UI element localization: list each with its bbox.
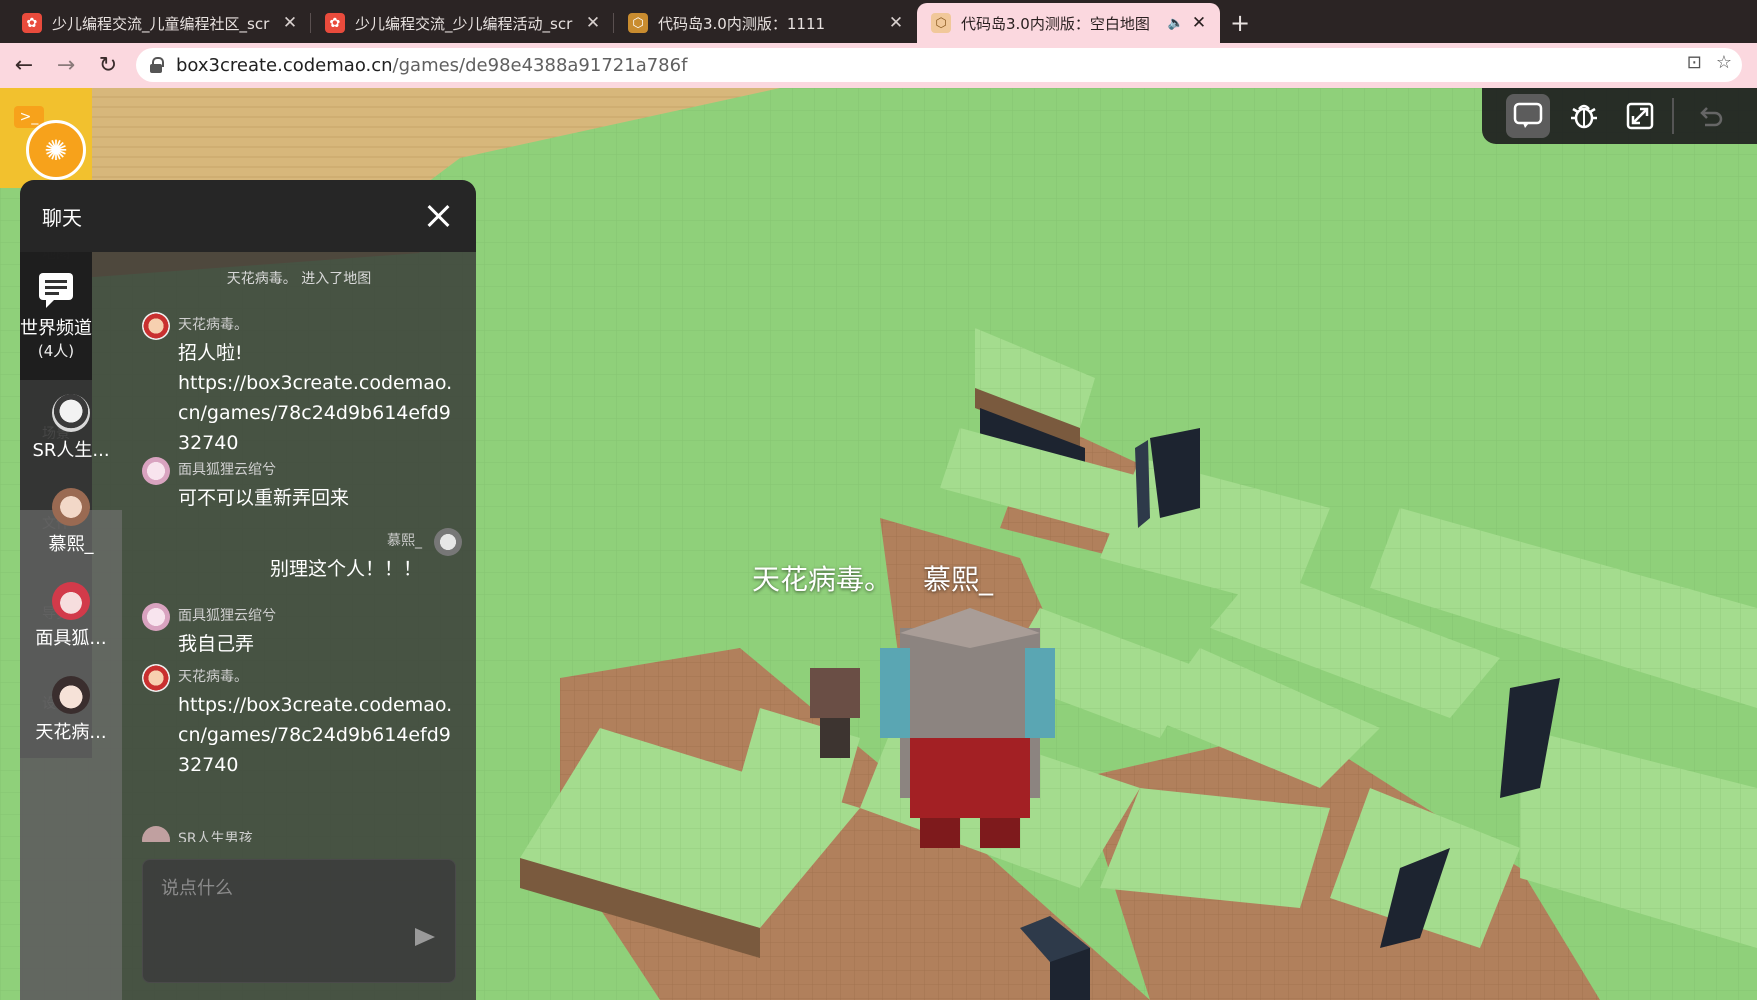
chat-panel: 聊天 世界频道 (4人) SR人生... 慕熙_ 面具狐... 天花病... 天… (20, 180, 476, 1000)
tab-title: 代码岛3.0内测版：1111 (658, 14, 826, 33)
new-tab-button[interactable]: + (1220, 3, 1260, 43)
chat-message: 面具狐狸云绾兮 我自己弄 (142, 603, 462, 663)
chat-message-self: 慕熙_ 别理这个人！！！ (142, 528, 462, 588)
browser-tab-4[interactable]: ⬡ 代码岛3.0内测版：空白地图 🔈 ✕ (917, 3, 1220, 43)
user-avatar (142, 457, 170, 485)
speaker-icon[interactable]: 🔈 (1168, 16, 1184, 31)
chat-toggle-button[interactable] (1506, 94, 1550, 138)
box3-favicon: ⬡ (628, 13, 648, 33)
user-avatar (142, 312, 170, 340)
close-icon[interactable]: ✕ (887, 13, 905, 33)
tab-title: 少儿编程交流_儿童编程社区_scr (52, 14, 270, 33)
box3-favicon: ⬡ (931, 13, 951, 33)
close-icon[interactable]: ✕ (584, 13, 602, 33)
channel-label: SR人生... (32, 440, 110, 461)
channel-member-count: (4人) (37, 342, 75, 360)
send-icon[interactable] (415, 928, 435, 946)
debug-button[interactable] (1562, 94, 1606, 138)
message-sender: SR人生男孩 (178, 831, 253, 842)
channel-label: 面具狐... (35, 628, 107, 649)
reload-button[interactable]: ↻ (90, 48, 126, 84)
game-toolbar (1482, 88, 1757, 144)
message-icon (39, 273, 73, 308)
box3-logo-icon[interactable]: ✺ (26, 120, 86, 180)
undo-icon (1700, 107, 1723, 127)
user-avatar (434, 528, 462, 556)
chat-title: 聊天 (42, 205, 82, 230)
fullscreen-button[interactable] (1618, 94, 1662, 138)
user-avatar (142, 826, 170, 842)
user-avatar (52, 582, 90, 620)
user-avatar (52, 676, 90, 714)
chat-message: SR人生男孩 (142, 826, 462, 842)
close-icon[interactable]: ✕ (1190, 13, 1208, 33)
codemao-favicon: ✿ (22, 13, 42, 33)
close-icon[interactable]: ✕ (281, 13, 299, 33)
channel-user[interactable]: SR人生... (20, 394, 122, 462)
player-name-tag: 慕熙_ (923, 563, 994, 596)
tab-title: 代码岛3.0内测版：空白地图 (961, 14, 1150, 33)
chat-channel-list: 世界频道 (4人) SR人生... 慕熙_ 面具狐... 天花病... (20, 252, 122, 1000)
channel-world[interactable]: 世界频道 (4人) (20, 270, 92, 361)
bookmark-star-icon[interactable]: ☆ (1716, 52, 1732, 73)
channel-label: 天花病... (35, 722, 107, 743)
channel-label: 世界频道 (20, 318, 92, 339)
bug-icon (1571, 104, 1597, 129)
message-text: 我自己弄 (178, 633, 255, 655)
channel-user[interactable]: 面具狐... (20, 582, 122, 650)
player-name-tag: 天花病毒。 (752, 563, 893, 596)
user-avatar (52, 488, 90, 526)
browser-tab-bar: ✿ 少儿编程交流_儿童编程社区_scr ✕ ✿ 少儿编程交流_少儿编程活动_sc… (0, 0, 1757, 43)
chat-message: 天花病毒。 https://box3create.codemao.cn/game… (142, 664, 462, 784)
chat-input[interactable]: 说点什么 (142, 859, 456, 983)
system-message: 天花病毒。 进入了地图 (226, 271, 372, 287)
user-avatar (52, 394, 90, 432)
user-avatar (142, 603, 170, 631)
translate-icon[interactable]: ⊡ (1687, 52, 1702, 73)
codemao-favicon: ✿ (325, 13, 345, 33)
message-sender: 面具狐狸云绾兮 (178, 608, 276, 624)
lock-icon[interactable] (150, 57, 164, 73)
toolbar-divider (1672, 98, 1674, 134)
forward-button[interactable]: → (48, 48, 84, 84)
message-sender: 天花病毒。 (178, 669, 248, 685)
chat-message-list[interactable]: 天花病毒。 进入了地图 天花病毒。 招人啦! https://box3create… (122, 252, 476, 842)
channel-user[interactable]: 慕熙_ (20, 488, 122, 556)
chat-message: 面具狐狸云绾兮 可不可以重新弄回来 (142, 457, 462, 517)
game-viewport[interactable]: 天花病毒。 慕熙_ >_ ✺ 地图 模型 场景 文件 导览 设置 聊天 (0, 88, 1757, 1000)
browser-toolbar: ← → ↻ box3create.codemao.cn/games/de98e4… (0, 43, 1757, 88)
chat-header: 聊天 (20, 180, 476, 252)
chat-input-placeholder: 说点什么 (161, 878, 233, 899)
chat-bubble-icon (1513, 102, 1543, 128)
message-text: 可不可以重新弄回来 (178, 487, 350, 509)
channel-user[interactable]: 天花病... (20, 676, 122, 744)
back-button[interactable]: ← (6, 48, 42, 84)
browser-tab-3[interactable]: ⬡ 代码岛3.0内测版：1111 ✕ (614, 3, 917, 43)
close-chat-button[interactable] (420, 198, 456, 234)
address-bar[interactable]: box3create.codemao.cn/games/de98e4388a91… (136, 48, 1742, 82)
tab-title: 少儿编程交流_少儿编程活动_scr (355, 14, 573, 33)
browser-tab-2[interactable]: ✿ 少儿编程交流_少儿编程活动_scr ✕ (311, 3, 614, 43)
message-sender: 慕熙_ (387, 533, 422, 549)
user-avatar (142, 664, 170, 692)
undo-button[interactable] (1688, 94, 1732, 138)
message-sender: 面具狐狸云绾兮 (178, 462, 276, 478)
editor-logo-area: >_ ✺ (0, 88, 92, 188)
message-sender: 天花病毒。 (178, 317, 248, 333)
expand-icon (1626, 102, 1654, 130)
chat-message: 天花病毒。 招人啦! https://box3create.codemao.cn/… (142, 312, 462, 454)
channel-label: 慕熙_ (48, 534, 94, 555)
url-text: box3create.codemao.cn/games/de98e4388a91… (176, 54, 688, 76)
message-text: 别理这个人！！！ (269, 558, 422, 580)
message-text: 招人啦! https://box3create.codemao.cn/games/… (178, 342, 453, 454)
browser-tab-1[interactable]: ✿ 少儿编程交流_儿童编程社区_scr ✕ (8, 3, 311, 43)
message-text: https://box3create.codemao.cn/games/78c2… (178, 694, 453, 776)
